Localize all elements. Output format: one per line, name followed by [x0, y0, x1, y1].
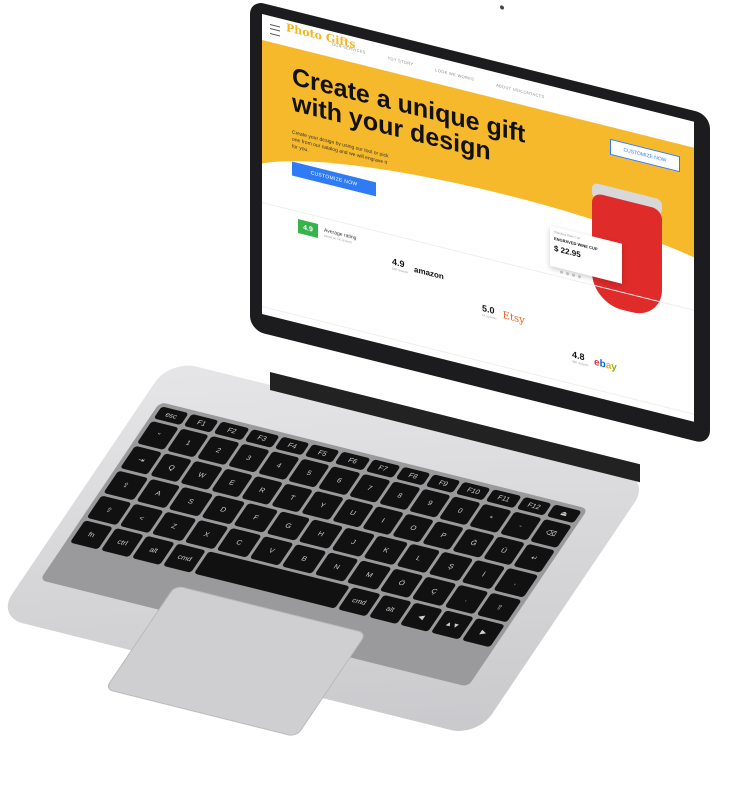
website-screen: Photo Gifts OUR SERVICES TOY STORY LOOK … [262, 14, 694, 422]
ebay-logo[interactable]: ebay [594, 356, 617, 373]
etsy-logo[interactable]: Etsy [503, 310, 525, 327]
nav-item-about[interactable]: ABOUT US/CONTACTS [496, 82, 544, 99]
laptop-lid: Photo Gifts OUR SERVICES TOY STORY LOOK … [230, 0, 750, 445]
camera-icon [500, 5, 504, 10]
nav-item-toy-story[interactable]: TOY STORY [388, 55, 414, 66]
nav-item-how-we-work[interactable]: LOOK WE WORKS [435, 67, 474, 82]
ebay-rating: 4.8 300 reviews ebay [572, 349, 617, 374]
hamburger-menu-icon[interactable] [270, 23, 280, 37]
